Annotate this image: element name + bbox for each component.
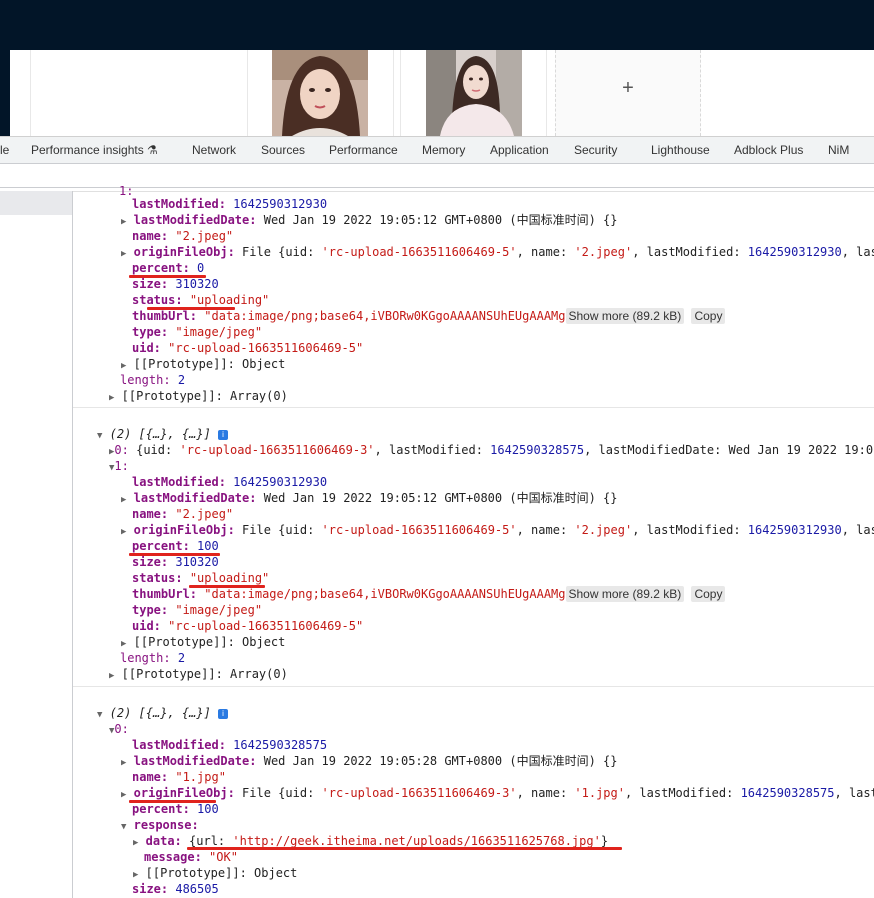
tab-performance-insights[interactable]: Performance insights ⚗ bbox=[31, 143, 158, 157]
prop-percent: percent: 0 bbox=[132, 261, 205, 275]
upload-add-card[interactable]: + bbox=[555, 50, 701, 136]
prop-lastModified: lastModified: 1642590312930 bbox=[132, 475, 328, 489]
console-output: 1: lastModified: 1642590312930 ▶ lastMod… bbox=[73, 184, 874, 898]
tab-nim[interactable]: NiM bbox=[828, 143, 849, 157]
prop-percent: percent: 100 bbox=[132, 539, 219, 553]
show-more-button[interactable]: Show more (89.2 kB) bbox=[565, 586, 685, 602]
message-divider bbox=[73, 407, 874, 408]
preview-divider bbox=[30, 50, 31, 136]
devtools-tab-bar: le Performance insights ⚗ Network Source… bbox=[0, 136, 874, 164]
preview-divider bbox=[393, 50, 394, 136]
info-icon[interactable]: i bbox=[218, 708, 229, 719]
prop-size: size: 310320 bbox=[132, 277, 219, 291]
prop-originFileObj[interactable]: ▶ originFileObj: File {uid: 'rc-upload-1… bbox=[121, 785, 874, 803]
upload-preview-area bbox=[10, 50, 874, 136]
tab-security[interactable]: Security bbox=[574, 143, 617, 157]
expand-arrow-icon[interactable]: ▶ bbox=[109, 671, 114, 681]
prop-name: name: "1.jpg" bbox=[132, 770, 226, 784]
prop-uid: uid: "rc-upload-1663511606469-5" bbox=[132, 619, 364, 633]
prop-length: length: 2 bbox=[120, 651, 186, 665]
prop-originFileObj[interactable]: ▶ originFileObj: File {uid: 'rc-upload-1… bbox=[121, 522, 874, 540]
info-icon[interactable]: i bbox=[218, 429, 229, 440]
prop-uid: uid: "rc-upload-1663511606469-5" bbox=[132, 341, 364, 355]
array-item-0[interactable]: ▼0: bbox=[109, 721, 129, 739]
preview-divider bbox=[247, 50, 248, 136]
array-item-0[interactable]: ▶0: {uid: 'rc-upload-1663511606469-3', l… bbox=[109, 442, 873, 460]
expand-arrow-icon[interactable]: ▶ bbox=[121, 790, 126, 800]
collapse-arrow-icon[interactable]: ▼ bbox=[121, 822, 126, 832]
prop-size: size: 310320 bbox=[132, 555, 219, 569]
expand-arrow-icon[interactable]: ▶ bbox=[121, 495, 126, 505]
tab-network[interactable]: Network bbox=[192, 143, 236, 157]
prop-originFileObj[interactable]: ▶ originFileObj: File {uid: 'rc-upload-1… bbox=[121, 244, 874, 262]
expand-arrow-icon[interactable]: ▶ bbox=[121, 527, 126, 537]
tab-adblock-plus[interactable]: Adblock Plus bbox=[734, 143, 803, 157]
prop-status: status: "uploading" bbox=[132, 571, 270, 585]
preview-divider bbox=[546, 50, 547, 136]
prop-type: type: "image/jpeg" bbox=[132, 325, 263, 339]
plus-icon: + bbox=[622, 77, 634, 99]
expand-arrow-icon[interactable]: ▶ bbox=[133, 838, 138, 848]
prop-status: status: "uploading" bbox=[132, 293, 270, 307]
tab-lighthouse[interactable]: Lighthouse bbox=[651, 143, 710, 157]
copy-button[interactable]: Copy bbox=[691, 308, 726, 324]
prop-lastModified: lastModified: 1642590312930 bbox=[132, 197, 328, 211]
copy-button[interactable]: Copy bbox=[691, 586, 726, 602]
expand-arrow-icon[interactable]: ▶ bbox=[121, 639, 126, 649]
expand-arrow-icon[interactable]: ▶ bbox=[121, 361, 126, 371]
prop-thumbUrl: thumbUrl: "data:image/png;base64,iVBORw0… bbox=[132, 586, 726, 602]
show-more-button[interactable]: Show more (89.2 kB) bbox=[565, 308, 685, 324]
sidebar-selected-item[interactable] bbox=[0, 191, 72, 215]
expand-arrow-icon[interactable]: ▶ bbox=[121, 217, 126, 227]
prop-message: message: "OK" bbox=[144, 850, 238, 864]
collapse-arrow-icon[interactable]: ▼ bbox=[97, 431, 102, 441]
preview-divider bbox=[400, 50, 401, 136]
expand-arrow-icon[interactable]: ▶ bbox=[121, 758, 126, 768]
tab-application[interactable]: Application bbox=[490, 143, 549, 157]
collapse-arrow-icon[interactable]: ▼ bbox=[97, 710, 102, 720]
expand-arrow-icon[interactable]: ▶ bbox=[133, 870, 138, 880]
prop-size: size: 486505 bbox=[132, 882, 219, 896]
red-underline bbox=[187, 847, 622, 850]
tab-performance[interactable]: Performance bbox=[329, 143, 398, 157]
tab-console[interactable]: le bbox=[0, 143, 9, 157]
message-divider bbox=[73, 686, 874, 687]
expand-arrow-icon[interactable]: ▶ bbox=[121, 249, 126, 259]
array-prototype[interactable]: ▶ [[Prototype]]: Array(0) bbox=[109, 388, 288, 406]
prop-lastModified: lastModified: 1642590328575 bbox=[132, 738, 328, 752]
browser-top-bar bbox=[0, 0, 874, 50]
console-sidebar bbox=[0, 191, 73, 898]
array-item-1[interactable]: ▼1: bbox=[109, 458, 129, 476]
prop-thumbUrl: thumbUrl: "data:image/png;base64,iVBORw0… bbox=[132, 308, 726, 324]
page-left-edge bbox=[0, 50, 10, 136]
uploaded-photo-1[interactable] bbox=[272, 50, 368, 136]
prop-name: name: "2.jpeg" bbox=[132, 229, 234, 243]
prop-type: type: "image/jpeg" bbox=[132, 603, 263, 617]
prop-name: name: "2.jpeg" bbox=[132, 507, 234, 521]
tab-memory[interactable]: Memory bbox=[422, 143, 465, 157]
uploaded-photo-2[interactable] bbox=[426, 50, 522, 136]
array-prototype[interactable]: ▶ [[Prototype]]: Array(0) bbox=[109, 666, 288, 684]
expand-arrow-icon[interactable]: ▶ bbox=[109, 393, 114, 403]
prop-length: length: 2 bbox=[120, 373, 186, 387]
tab-sources[interactable]: Sources bbox=[261, 143, 305, 157]
prop-percent: percent: 100 bbox=[132, 802, 219, 816]
